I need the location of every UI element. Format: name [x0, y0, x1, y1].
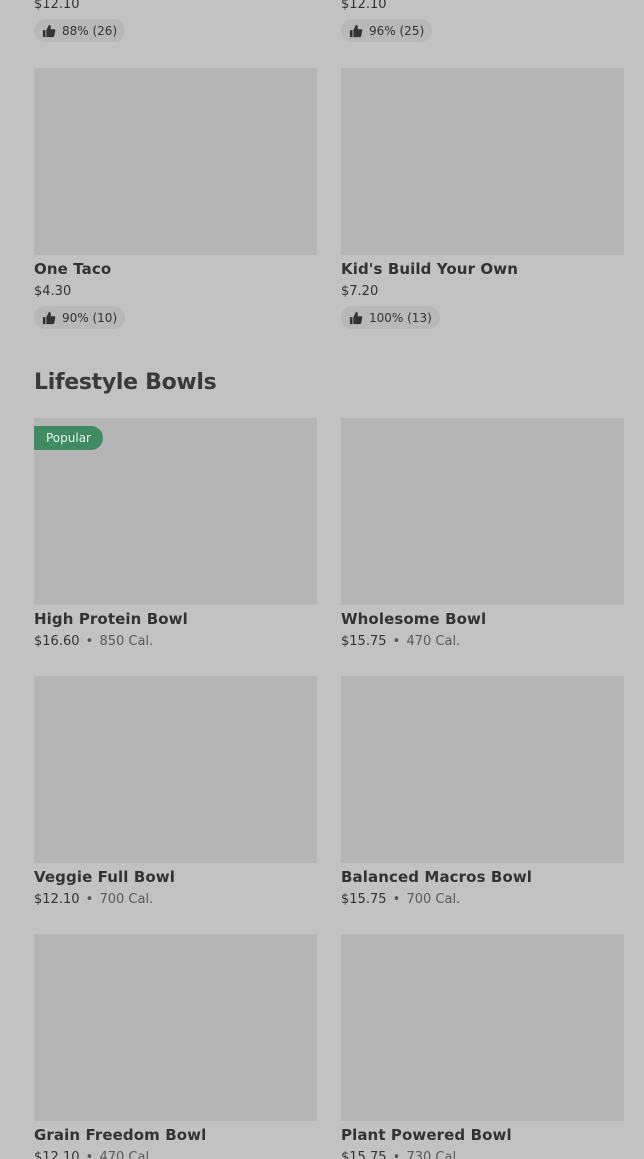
item-image[interactable]	[341, 934, 624, 1121]
item-price: $16.60	[34, 634, 80, 649]
item-price: $7.20	[341, 284, 379, 299]
item-price: $15.75	[341, 634, 387, 649]
item-name: High Protein Bowl	[34, 610, 188, 628]
rating-badge: 88% (26)	[34, 19, 126, 42]
menu-item-card[interactable]: One Taco $4.30 90% (10)	[34, 68, 317, 329]
item-image[interactable]	[341, 676, 624, 863]
item-calories: 730 Cal.	[406, 1150, 461, 1159]
item-meta: $12.10 • 700 Cal.	[34, 892, 153, 907]
item-image[interactable]	[341, 418, 624, 605]
menu-item-card[interactable]: Plant Powered Bowl $15.75 • 730 Cal.	[341, 934, 624, 1159]
menu-item-card[interactable]: Grain Freedom Bowl $12.10 • 470 Cal.	[34, 934, 317, 1159]
rating-badge: 90% (10)	[34, 306, 126, 329]
thumbs-up-icon	[42, 311, 56, 324]
item-price: $15.75	[341, 892, 387, 907]
separator: •	[392, 1150, 401, 1159]
item-meta: $16.60 • 850 Cal.	[34, 634, 153, 649]
thumbs-up-icon	[349, 311, 363, 324]
menu-item-card[interactable]: Popular High Protein Bowl $16.60 • 850 C…	[34, 418, 317, 649]
thumbs-up-icon	[349, 24, 363, 37]
rating-badge: 100% (13)	[341, 306, 440, 329]
item-meta: $15.75 • 700 Cal.	[341, 892, 460, 907]
item-price: $12.10	[341, 0, 387, 12]
item-name: Kid's Build Your Own	[341, 260, 518, 278]
thumbs-up-icon	[42, 24, 56, 37]
item-price: $12.10	[34, 1150, 80, 1159]
separator: •	[85, 634, 94, 649]
item-meta: $15.75 • 730 Cal.	[341, 1150, 460, 1159]
item-name: One Taco	[34, 260, 112, 278]
rating-text: 96% (25)	[369, 23, 425, 38]
rating-text: 100% (13)	[369, 310, 432, 325]
item-name: Veggie Full Bowl	[34, 868, 175, 886]
menu-item-card[interactable]: Wholesome Bowl $15.75 • 470 Cal.	[341, 418, 624, 649]
separator: •	[392, 892, 401, 907]
item-image[interactable]	[34, 676, 317, 863]
item-calories: 700 Cal.	[406, 892, 461, 907]
separator: •	[392, 634, 401, 649]
rating-badge: 96% (25)	[341, 19, 433, 42]
item-price: $4.30	[34, 284, 72, 299]
item-image[interactable]: Popular	[34, 418, 317, 605]
item-name: Plant Powered Bowl	[341, 1126, 512, 1144]
section-title: Lifestyle Bowls	[34, 370, 217, 395]
item-name: Grain Freedom Bowl	[34, 1126, 207, 1144]
item-meta: $12.10 • 470 Cal.	[34, 1150, 153, 1159]
item-image[interactable]	[34, 934, 317, 1121]
menu-page: $12.10 88% (26) $12.10 96% (25) One Taco…	[0, 0, 644, 1159]
item-calories: 700 Cal.	[99, 892, 154, 907]
menu-item-card[interactable]: $12.10 96% (25)	[341, 0, 433, 42]
menu-item-card[interactable]: $12.10 88% (26)	[34, 0, 126, 42]
menu-item-card[interactable]: Balanced Macros Bowl $15.75 • 700 Cal.	[341, 676, 624, 907]
separator: •	[85, 892, 94, 907]
item-name: Balanced Macros Bowl	[341, 868, 533, 886]
rating-text: 90% (10)	[62, 310, 118, 325]
item-calories: 470 Cal.	[99, 1150, 154, 1159]
item-image[interactable]	[34, 68, 317, 255]
item-name: Wholesome Bowl	[341, 610, 487, 628]
menu-item-card[interactable]: Kid's Build Your Own $7.20 100% (13)	[341, 68, 624, 329]
menu-item-card[interactable]: Veggie Full Bowl $12.10 • 700 Cal.	[34, 676, 317, 907]
item-meta: $15.75 • 470 Cal.	[341, 634, 460, 649]
separator: •	[85, 1150, 94, 1159]
item-price: $12.10	[34, 0, 80, 12]
item-price: $12.10	[34, 892, 80, 907]
rating-text: 88% (26)	[62, 23, 118, 38]
item-calories: 470 Cal.	[406, 634, 461, 649]
item-calories: 850 Cal.	[99, 634, 154, 649]
item-price: $15.75	[341, 1150, 387, 1159]
popular-badge: Popular	[34, 426, 103, 450]
item-image[interactable]	[341, 68, 624, 255]
